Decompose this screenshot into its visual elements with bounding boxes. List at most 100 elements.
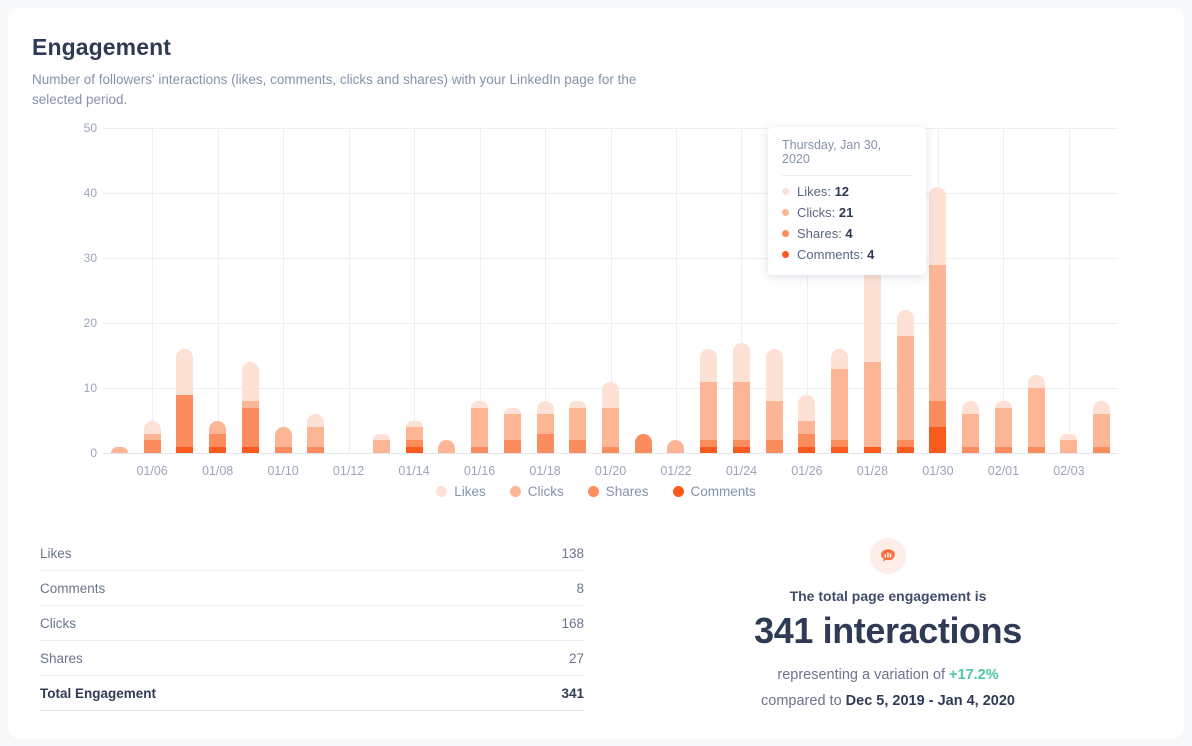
panel-compare-prefix: compared to [761,693,846,709]
bar-segment-likes [1093,401,1110,414]
bar-segment-comments [831,447,848,454]
table-row-label: Shares [40,651,83,666]
bar-segment-shares [766,440,783,453]
table-row-label: Comments [40,581,105,596]
y-axis-tick: 10 [57,381,97,395]
panel-compare-line: compared to Dec 5, 2019 - Jan 4, 2020 [628,688,1148,714]
tooltip-text: Comments: 4 [797,247,874,262]
bar-segment-shares [1028,447,1045,454]
bar-segment-shares [635,434,652,454]
bar-segment-clicks [897,336,914,440]
page-title: Engagement [32,34,171,61]
x-axis-tick: 01/28 [842,464,902,478]
x-axis-tick: 01/26 [777,464,837,478]
x-axis-tick: 01/20 [581,464,641,478]
tooltip-date: Thursday, Jan 30, 2020 [782,138,912,176]
bar-segment-likes [144,421,161,434]
table-row-value: 8 [576,581,584,596]
bar-segment-likes [897,310,914,336]
y-axis-tick: 0 [57,446,97,460]
bar-segment-clicks [569,408,586,441]
bar-segment-shares [307,447,324,454]
bar-segment-clicks [111,447,128,454]
legend-dot-icon [436,486,447,497]
bar-segment-comments [897,447,914,454]
bar-segment-clicks [831,369,848,441]
panel-variation-line: representing a variation of +17.2% [628,662,1148,688]
table-row: Comments 8 [40,571,584,606]
bar-segment-likes [798,395,815,421]
panel-variation-prefix: representing a variation of [777,667,949,683]
legend-label: Comments [691,484,756,499]
tooltip-dot-icon [782,251,789,258]
bar-segment-comments [929,427,946,453]
bar-segment-shares [831,440,848,447]
bar-segment-comments [406,447,423,454]
chart-plot-area: 0102030405001/0601/0801/1001/1201/1401/1… [103,128,1118,453]
bar-segment-clicks [798,421,815,434]
bar-segment-likes [471,401,488,408]
bar-segment-likes [962,401,979,414]
x-gridline [218,128,219,453]
bar-segment-comments [176,447,193,454]
y-axis-tick: 30 [57,251,97,265]
x-axis-tick: 01/18 [515,464,575,478]
x-axis-tick: 02/03 [1039,464,1099,478]
bar-segment-likes [242,362,259,401]
bar-segment-clicks [275,427,292,447]
table-row: Clicks168 [40,606,584,641]
bar-segment-clicks [504,414,521,440]
bar-segment-comments [798,447,815,454]
panel-lead: The total page engagement is [628,588,1148,604]
tooltip-row: Clicks: 21 [782,205,912,220]
chart-legend: Likes Clicks Shares Comments [32,484,1160,499]
panel-variation-value: +17.2% [949,667,999,683]
bar-segment-clicks [438,440,455,453]
engagement-summary-table: Likes138Comments8Clicks168Shares27Total … [40,536,584,711]
bar-segment-clicks [1028,388,1045,447]
x-gridline [152,128,153,453]
bar-segment-likes [700,349,717,382]
bar-segment-likes [504,408,521,415]
table-row-label: Clicks [40,616,76,631]
bar-segment-shares [700,440,717,447]
x-axis-tick: 01/06 [122,464,182,478]
bar-segment-shares [275,447,292,454]
y-axis-tick: 50 [57,121,97,135]
bar-segment-shares [209,434,226,447]
bar-segment-clicks [1060,440,1077,453]
x-gridline [1069,128,1070,453]
legend-dot-icon [673,486,684,497]
bar-segment-clicks [766,401,783,440]
y-axis-tick: 40 [57,186,97,200]
table-row-label: Likes [40,546,72,561]
panel-compare-range: Dec 5, 2019 - Jan 4, 2020 [846,693,1015,709]
bar-segment-likes [569,401,586,408]
bar-segment-likes [1060,434,1077,441]
legend-dot-icon [510,486,521,497]
engagement-summary-panel: The total page engagement is 341 interac… [628,538,1148,714]
bar-segment-comments [242,447,259,454]
legend-item-shares[interactable]: Shares [588,484,649,499]
bar-segment-comments [700,447,717,454]
bar-segment-likes [307,414,324,427]
chat-bar-chart-icon [870,538,906,574]
panel-total: 341 interactions [628,610,1148,652]
table-row-label: Total Engagement [40,686,156,701]
bar-segment-shares [929,401,946,427]
legend-item-comments[interactable]: Comments [673,484,756,499]
bar-segment-shares [504,440,521,453]
bar-segment-likes [929,187,946,265]
bar-segment-clicks [209,421,226,434]
bar-segment-shares [733,440,750,447]
legend-item-likes[interactable]: Likes [436,484,486,499]
x-axis-tick: 01/08 [188,464,248,478]
tooltip-row: Shares: 4 [782,226,912,241]
legend-item-clicks[interactable]: Clicks [510,484,564,499]
bar-segment-likes [176,349,193,395]
legend-label: Clicks [528,484,564,499]
bar-segment-likes [766,349,783,401]
chart-tooltip: Thursday, Jan 30, 2020 Likes: 12Clicks: … [768,127,926,275]
bar-segment-shares [471,447,488,454]
bar-segment-clicks [406,427,423,440]
